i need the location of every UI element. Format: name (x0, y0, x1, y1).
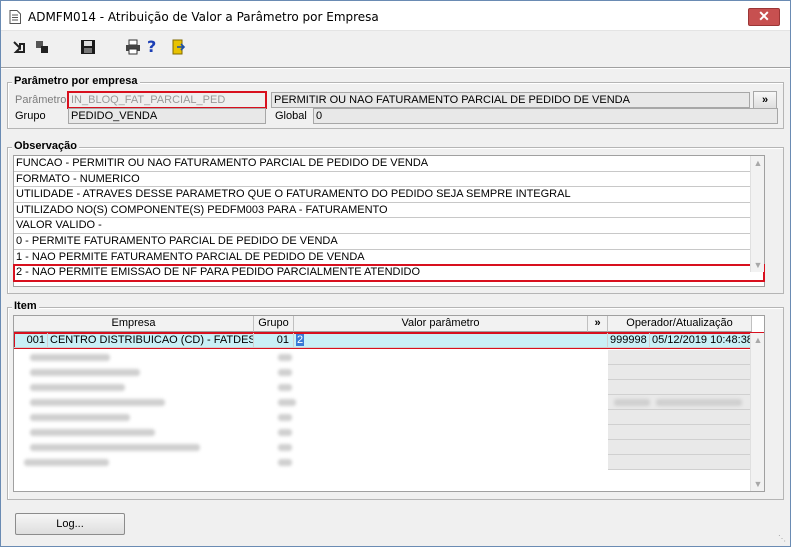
observacao-scrollbar[interactable]: ▲ ▼ (750, 156, 764, 272)
row-valor-input[interactable]: 2 (296, 334, 305, 346)
grupo-label: Grupo (15, 110, 46, 122)
row-grupo: 01 (254, 333, 294, 348)
column-header-grupo[interactable]: Grupo (254, 316, 294, 332)
observacao-line: FORMATO - NUMERICO (14, 172, 764, 188)
table-row[interactable] (14, 440, 752, 455)
row-code: 001 (14, 333, 48, 348)
parametro-description-field: PERMITIR OU NAO FATURAMENTO PARCIAL DE P… (271, 92, 750, 108)
main-window: ADMFM014 - Atribuição de Valor a Parâmet… (0, 0, 791, 547)
parametro-label: Parâmetro (15, 94, 67, 106)
observacao-line-highlighted: 2 - NAO PERMITE EMISSAO DE NF PARA PEDID… (13, 264, 765, 282)
parametro-field[interactable]: IN_BLOQ_FAT_PARCIAL_PED (67, 91, 267, 109)
row-valor-cell[interactable]: 2 (294, 333, 608, 348)
door-exit-icon[interactable] (169, 38, 187, 56)
save-icon[interactable] (79, 38, 97, 56)
column-header-valor[interactable]: Valor parâmetro (294, 316, 588, 332)
toolbar: ? (1, 32, 790, 62)
resize-grip-icon[interactable]: ⋱ (778, 534, 788, 544)
help-icon[interactable]: ? (147, 37, 165, 56)
table-row[interactable] (14, 425, 752, 440)
observacao-line: 1 - NAO PERMITE FATURAMENTO PARCIAL DE P… (14, 250, 764, 266)
table-row[interactable] (14, 395, 752, 410)
title-bar: ADMFM014 - Atribuição de Valor a Parâmet… (1, 1, 790, 31)
log-button[interactable]: Log... (15, 513, 125, 535)
observacao-line: UTILIDADE - ATRAVES DESSE PARAMETRO QUE … (14, 187, 764, 203)
global-label: Global (275, 110, 307, 122)
observacao-list[interactable]: FUNCAO - PERMITIR OU NAO FATURAMENTO PAR… (13, 155, 765, 287)
item-grid[interactable]: Empresa Grupo Valor parâmetro » Operador… (13, 315, 765, 492)
scroll-up-icon[interactable]: ▲ (753, 159, 763, 168)
column-header-operador[interactable]: Operador/Atualização (608, 316, 752, 332)
column-header-more-button[interactable]: » (588, 316, 608, 332)
grupo-field: PEDIDO_VENDA (68, 108, 266, 124)
item-grid-scrollbar[interactable]: ▲ ▼ (750, 333, 764, 491)
table-row[interactable] (14, 455, 752, 470)
row-operador: 999998 (608, 333, 650, 348)
table-row[interactable] (14, 365, 752, 380)
row-data: 05/12/2019 10:48:38 (650, 333, 752, 348)
observacao-line: FUNCAO - PERMITIR OU NAO FATURAMENTO PAR… (14, 156, 764, 172)
scroll-down-icon[interactable]: ▼ (753, 261, 763, 270)
parametro-group-title: Parâmetro por empresa (12, 75, 140, 87)
toolbar-separator (1, 67, 790, 69)
observacao-line: UTILIZADO NO(S) COMPONENTE(S) PEDFM003 P… (14, 203, 764, 219)
table-row[interactable] (14, 380, 752, 395)
global-field: 0 (313, 108, 778, 124)
close-button[interactable]: ✕ (748, 8, 780, 26)
table-row[interactable] (14, 350, 752, 365)
row-empresa: CENTRO DISTRIBUICAO (CD) - FATDES (48, 333, 254, 348)
table-row[interactable] (14, 410, 752, 425)
tool-icon[interactable] (33, 38, 51, 56)
item-group-title: Item (12, 300, 39, 312)
document-icon (9, 10, 21, 24)
scroll-up-icon[interactable]: ▲ (753, 336, 763, 345)
print-icon[interactable] (124, 38, 142, 56)
parametro-more-button[interactable]: » (753, 91, 777, 109)
arrow-exit-icon[interactable] (11, 38, 29, 56)
window-title: ADMFM014 - Atribuição de Valor a Parâmet… (28, 10, 379, 24)
column-header-empresa[interactable]: Empresa (14, 316, 254, 332)
observacao-line: VALOR VALIDO - (14, 218, 764, 234)
observacao-group-title: Observação (12, 140, 79, 152)
scroll-down-icon[interactable]: ▼ (753, 480, 763, 489)
table-row-selected[interactable]: 001 CENTRO DISTRIBUICAO (CD) - FATDES 01… (14, 332, 764, 349)
observacao-line: 0 - PERMITE FATURAMENTO PARCIAL DE PEDID… (14, 234, 764, 250)
